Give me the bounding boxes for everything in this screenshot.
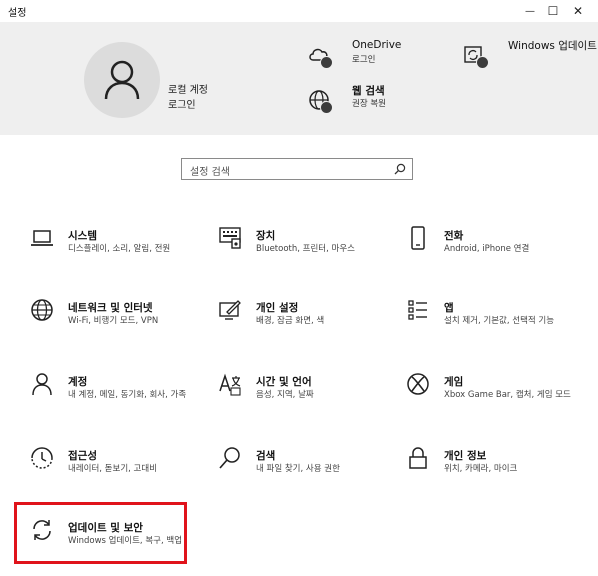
tile-subtitle: Wi-Fi, 비행기 모드, VPN xyxy=(68,316,159,326)
tile-subtitle: 음성, 지역, 날짜 xyxy=(256,390,314,400)
search-icon xyxy=(219,447,240,469)
tile-subtitle: 내 계정, 메일, 동기화, 회사, 가족 xyxy=(68,390,187,400)
tile-title: 장치 xyxy=(256,230,276,242)
tile-subtitle: Android, iPhone 연결 xyxy=(444,244,530,254)
tile-gaming[interactable]: 게임 Xbox Game Bar, 캡처, 게임 모드 xyxy=(406,372,581,422)
tile-privacy[interactable]: 개인 정보 위치, 카메라, 마이크 xyxy=(406,446,581,496)
header-item-title: 웹 검색 xyxy=(352,85,385,97)
tile-title: 검색 xyxy=(256,450,276,462)
header-item-title: Windows 업데이트 xyxy=(508,40,597,52)
accessibility-icon xyxy=(31,447,53,469)
status-dot xyxy=(476,56,489,69)
tile-phone[interactable]: 전화 Android, iPhone 연결 xyxy=(406,226,581,276)
title-bar: 설정 — ☐ ✕ xyxy=(0,0,598,22)
person-icon xyxy=(32,373,52,396)
tile-title: 시간 및 언어 xyxy=(256,376,312,388)
phone-icon xyxy=(411,226,425,250)
tile-system[interactable]: 시스템 디스플레이, 소리, 알림, 전원 xyxy=(30,226,205,276)
account-type[interactable]: 로그인 xyxy=(168,96,196,111)
tile-title: 전화 xyxy=(444,230,464,242)
tile-title: 개인 설정 xyxy=(256,302,299,314)
close-icon: ✕ xyxy=(572,4,584,18)
header-windows-update[interactable]: Windows 업데이트 xyxy=(462,40,597,74)
tile-subtitle: 내 파일 찾기, 사용 권한 xyxy=(256,464,340,474)
tile-subtitle: 내레이터, 돋보기, 고대비 xyxy=(68,464,158,474)
tile-time-language[interactable]: 시간 및 언어 음성, 지역, 날짜 xyxy=(218,372,393,422)
search-icon xyxy=(394,163,406,175)
tile-title: 접근성 xyxy=(68,450,97,462)
tile-search[interactable]: 검색 내 파일 찾기, 사용 권한 xyxy=(218,446,393,496)
status-dot xyxy=(320,56,333,69)
tile-subtitle: 디스플레이, 소리, 알림, 전원 xyxy=(68,244,171,254)
highlight-box xyxy=(14,502,187,564)
tile-subtitle: 설치 제거, 기본값, 선택적 기능 xyxy=(444,316,555,326)
time-language-icon xyxy=(219,373,241,396)
lock-icon xyxy=(409,447,427,469)
tile-network[interactable]: 네트워크 및 인터넷 Wi-Fi, 비행기 모드, VPN xyxy=(30,298,205,348)
person-icon xyxy=(104,60,140,100)
tile-title: 게임 xyxy=(444,376,464,388)
keyboard-icon xyxy=(219,227,241,249)
search-placeholder: 설정 검색 xyxy=(190,167,230,178)
close-button[interactable]: ✕ xyxy=(555,0,598,22)
tile-subtitle: Xbox Game Bar, 캡처, 게임 모드 xyxy=(444,390,571,400)
tile-personalization[interactable]: 개인 설정 배경, 잠금 화면, 색 xyxy=(218,298,393,348)
tile-title: 네트워크 및 인터넷 xyxy=(68,302,153,314)
status-dot xyxy=(320,101,333,114)
avatar[interactable] xyxy=(84,42,160,118)
tile-title: 개인 정보 xyxy=(444,450,487,462)
xbox-icon xyxy=(407,373,429,395)
tile-subtitle: Bluetooth, 프린터, 마우스 xyxy=(256,244,355,254)
tile-accessibility[interactable]: 접근성 내레이터, 돋보기, 고대비 xyxy=(30,446,205,496)
header-item-sub: 로그인 xyxy=(352,55,376,65)
tile-accounts[interactable]: 계정 내 계정, 메일, 동기화, 회사, 가족 xyxy=(30,372,205,422)
personalization-icon xyxy=(219,300,241,320)
account-name: 로컬 계정 xyxy=(168,85,208,96)
globe-icon xyxy=(31,299,53,321)
settings-search-input[interactable]: 설정 검색 xyxy=(181,158,413,180)
header-onedrive[interactable]: OneDrive 로그인 xyxy=(308,39,458,74)
tile-apps[interactable]: 앱 설치 제거, 기본값, 선택적 기능 xyxy=(406,298,581,348)
header-item-sub: 권장 복원 xyxy=(352,99,386,109)
tile-subtitle: 배경, 잠금 화면, 색 xyxy=(256,316,325,326)
tile-devices[interactable]: 장치 Bluetooth, 프린터, 마우스 xyxy=(218,226,393,276)
apps-list-icon xyxy=(408,300,427,320)
tile-title: 앱 xyxy=(444,302,454,314)
laptop-icon xyxy=(31,230,53,246)
window-title: 설정 xyxy=(8,8,27,19)
header-web-search[interactable]: 웹 검색 권장 복원 xyxy=(308,85,458,119)
tile-subtitle: 위치, 카메라, 마이크 xyxy=(444,464,518,474)
tile-title: 시스템 xyxy=(68,230,97,242)
tile-title: 계정 xyxy=(68,376,88,388)
header-item-title: OneDrive xyxy=(352,39,402,51)
